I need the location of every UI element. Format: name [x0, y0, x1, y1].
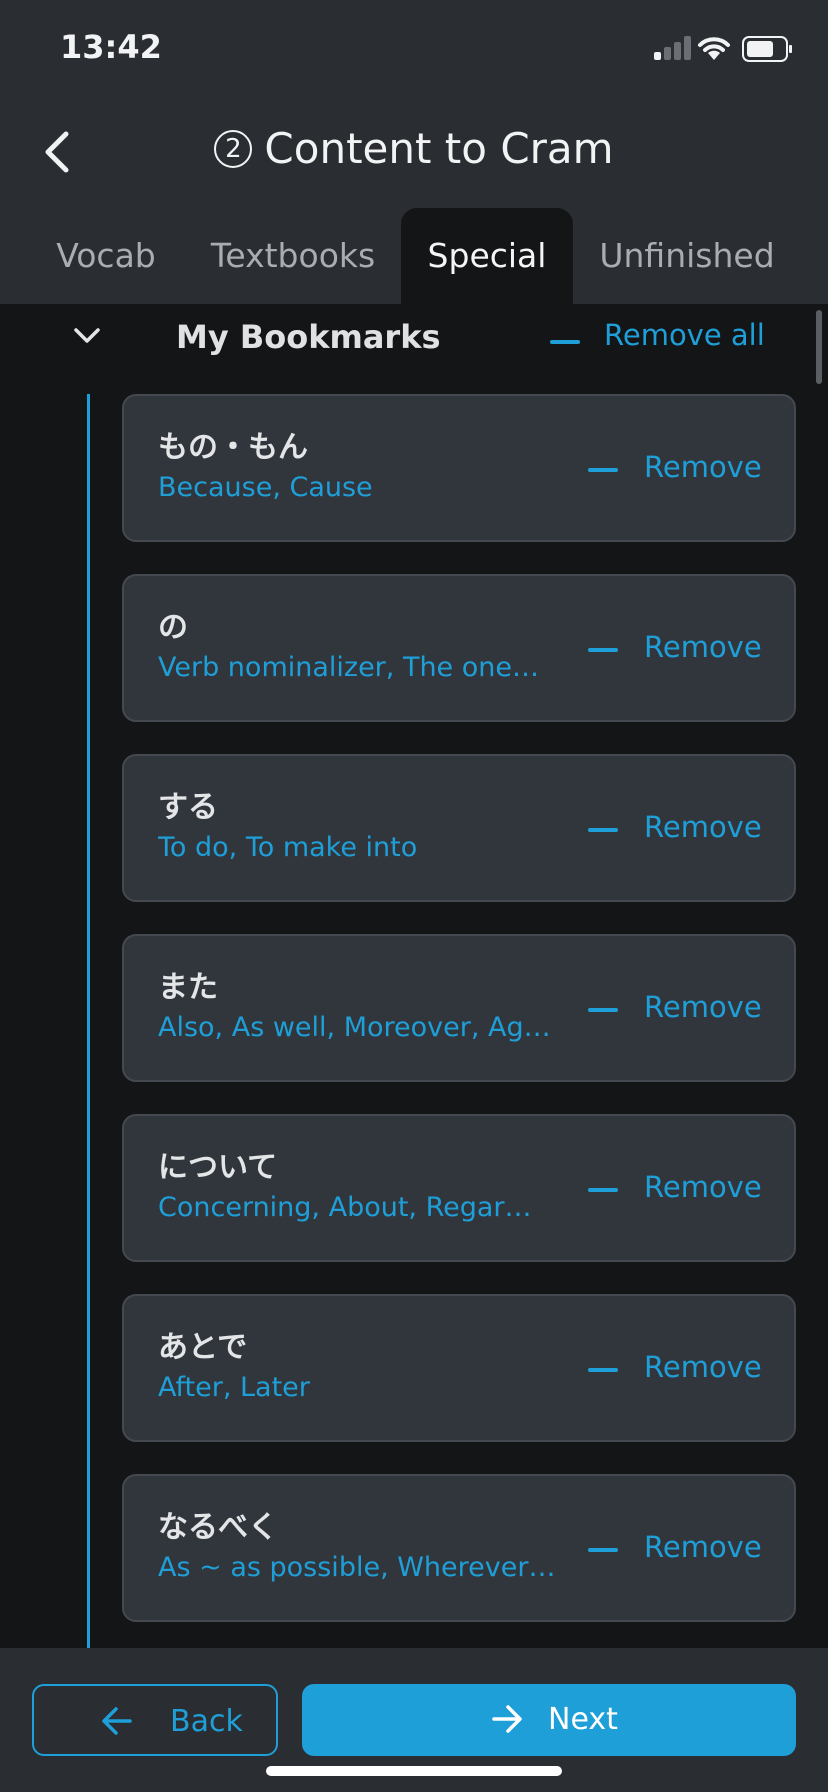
- status-time: 13:42: [60, 28, 162, 66]
- remove-button[interactable]: Remove: [588, 440, 778, 500]
- item-term: あとで: [158, 1330, 248, 1365]
- section-title: My Bookmarks: [176, 318, 441, 356]
- item-meaning: After, Later: [158, 1372, 310, 1403]
- remove-label: Remove: [644, 810, 762, 844]
- minus-icon: [588, 1368, 618, 1372]
- bookmarks-section-header: My Bookmarks Remove all: [0, 304, 828, 374]
- tab-vocab[interactable]: Vocab: [40, 208, 172, 304]
- item-term: について: [158, 1150, 278, 1185]
- remove-button[interactable]: Remove: [588, 800, 778, 860]
- remove-label: Remove: [644, 1530, 762, 1564]
- list-item: について Concerning, About, Regar… Remove: [122, 1114, 796, 1262]
- list-item: あとで After, Later Remove: [122, 1294, 796, 1442]
- tree-line: [87, 394, 90, 1648]
- remove-label: Remove: [644, 450, 762, 484]
- wifi-icon: [698, 37, 730, 60]
- remove-label: Remove: [644, 990, 762, 1024]
- item-term: の: [158, 610, 188, 645]
- remove-button[interactable]: Remove: [588, 1340, 778, 1400]
- list-item: する To do, To make into Remove: [122, 754, 796, 902]
- list-item: の Verb nominalizer, The one… Remove: [122, 574, 796, 722]
- list-item: また Also, As well, Moreover, Ag… Remove: [122, 934, 796, 1082]
- scrollbar[interactable]: [816, 310, 822, 384]
- home-indicator: [266, 1766, 562, 1776]
- arrow-right-icon: [492, 1705, 522, 1733]
- item-meaning: As ~ as possible, Wherever…: [158, 1552, 556, 1583]
- minus-icon: [588, 1548, 618, 1552]
- item-meaning: Concerning, About, Regar…: [158, 1192, 532, 1223]
- remove-button[interactable]: Remove: [588, 980, 778, 1040]
- step-number: 2: [214, 130, 253, 168]
- next-label: Next: [548, 1702, 618, 1737]
- item-meaning: Because, Cause: [158, 472, 373, 503]
- item-term: もの・もん: [158, 430, 308, 465]
- minus-icon: [588, 468, 618, 472]
- item-term: なるべく: [158, 1510, 278, 1545]
- minus-icon: [588, 1008, 618, 1012]
- tab-bar: Vocab Textbooks Special Unfinished: [0, 208, 828, 304]
- remove-label: Remove: [644, 630, 762, 664]
- page-title: 2 Content to Cram: [0, 124, 828, 173]
- top-bar: 13:42 2 Content to Cram Vocab Textbooks S…: [0, 0, 828, 304]
- item-meaning: To do, To make into: [158, 832, 418, 863]
- item-meaning: Verb nominalizer, The one…: [158, 652, 539, 683]
- minus-icon: [588, 1188, 618, 1192]
- tab-textbooks[interactable]: Textbooks: [206, 208, 380, 304]
- minus-icon: [550, 340, 580, 344]
- back-button[interactable]: Back: [32, 1684, 278, 1756]
- tab-unfinished[interactable]: Unfinished: [596, 208, 778, 304]
- remove-label: Remove: [644, 1170, 762, 1204]
- arrow-left-icon: [102, 1707, 132, 1735]
- minus-icon: [588, 828, 618, 832]
- tab-special[interactable]: Special: [401, 208, 573, 304]
- item-term: する: [158, 790, 218, 825]
- item-meaning: Also, As well, Moreover, Ag…: [158, 1012, 551, 1043]
- item-term: また: [158, 970, 218, 1005]
- minus-icon: [588, 648, 618, 652]
- remove-all-label: Remove all: [604, 318, 765, 352]
- next-button[interactable]: Next: [302, 1684, 796, 1756]
- remove-button[interactable]: Remove: [588, 1520, 778, 1580]
- back-label: Back: [170, 1704, 243, 1739]
- list-item: なるべく As ~ as possible, Wherever… Remove: [122, 1474, 796, 1622]
- page-title-text: Content to Cram: [264, 124, 614, 173]
- chevron-down-icon[interactable]: [72, 326, 102, 346]
- cellular-signal-icon: [654, 36, 691, 60]
- remove-label: Remove: [644, 1350, 762, 1384]
- remove-button[interactable]: Remove: [588, 1160, 778, 1220]
- battery-icon: [742, 36, 792, 62]
- remove-button[interactable]: Remove: [588, 620, 778, 680]
- list-item: もの・もん Because, Cause Remove: [122, 394, 796, 542]
